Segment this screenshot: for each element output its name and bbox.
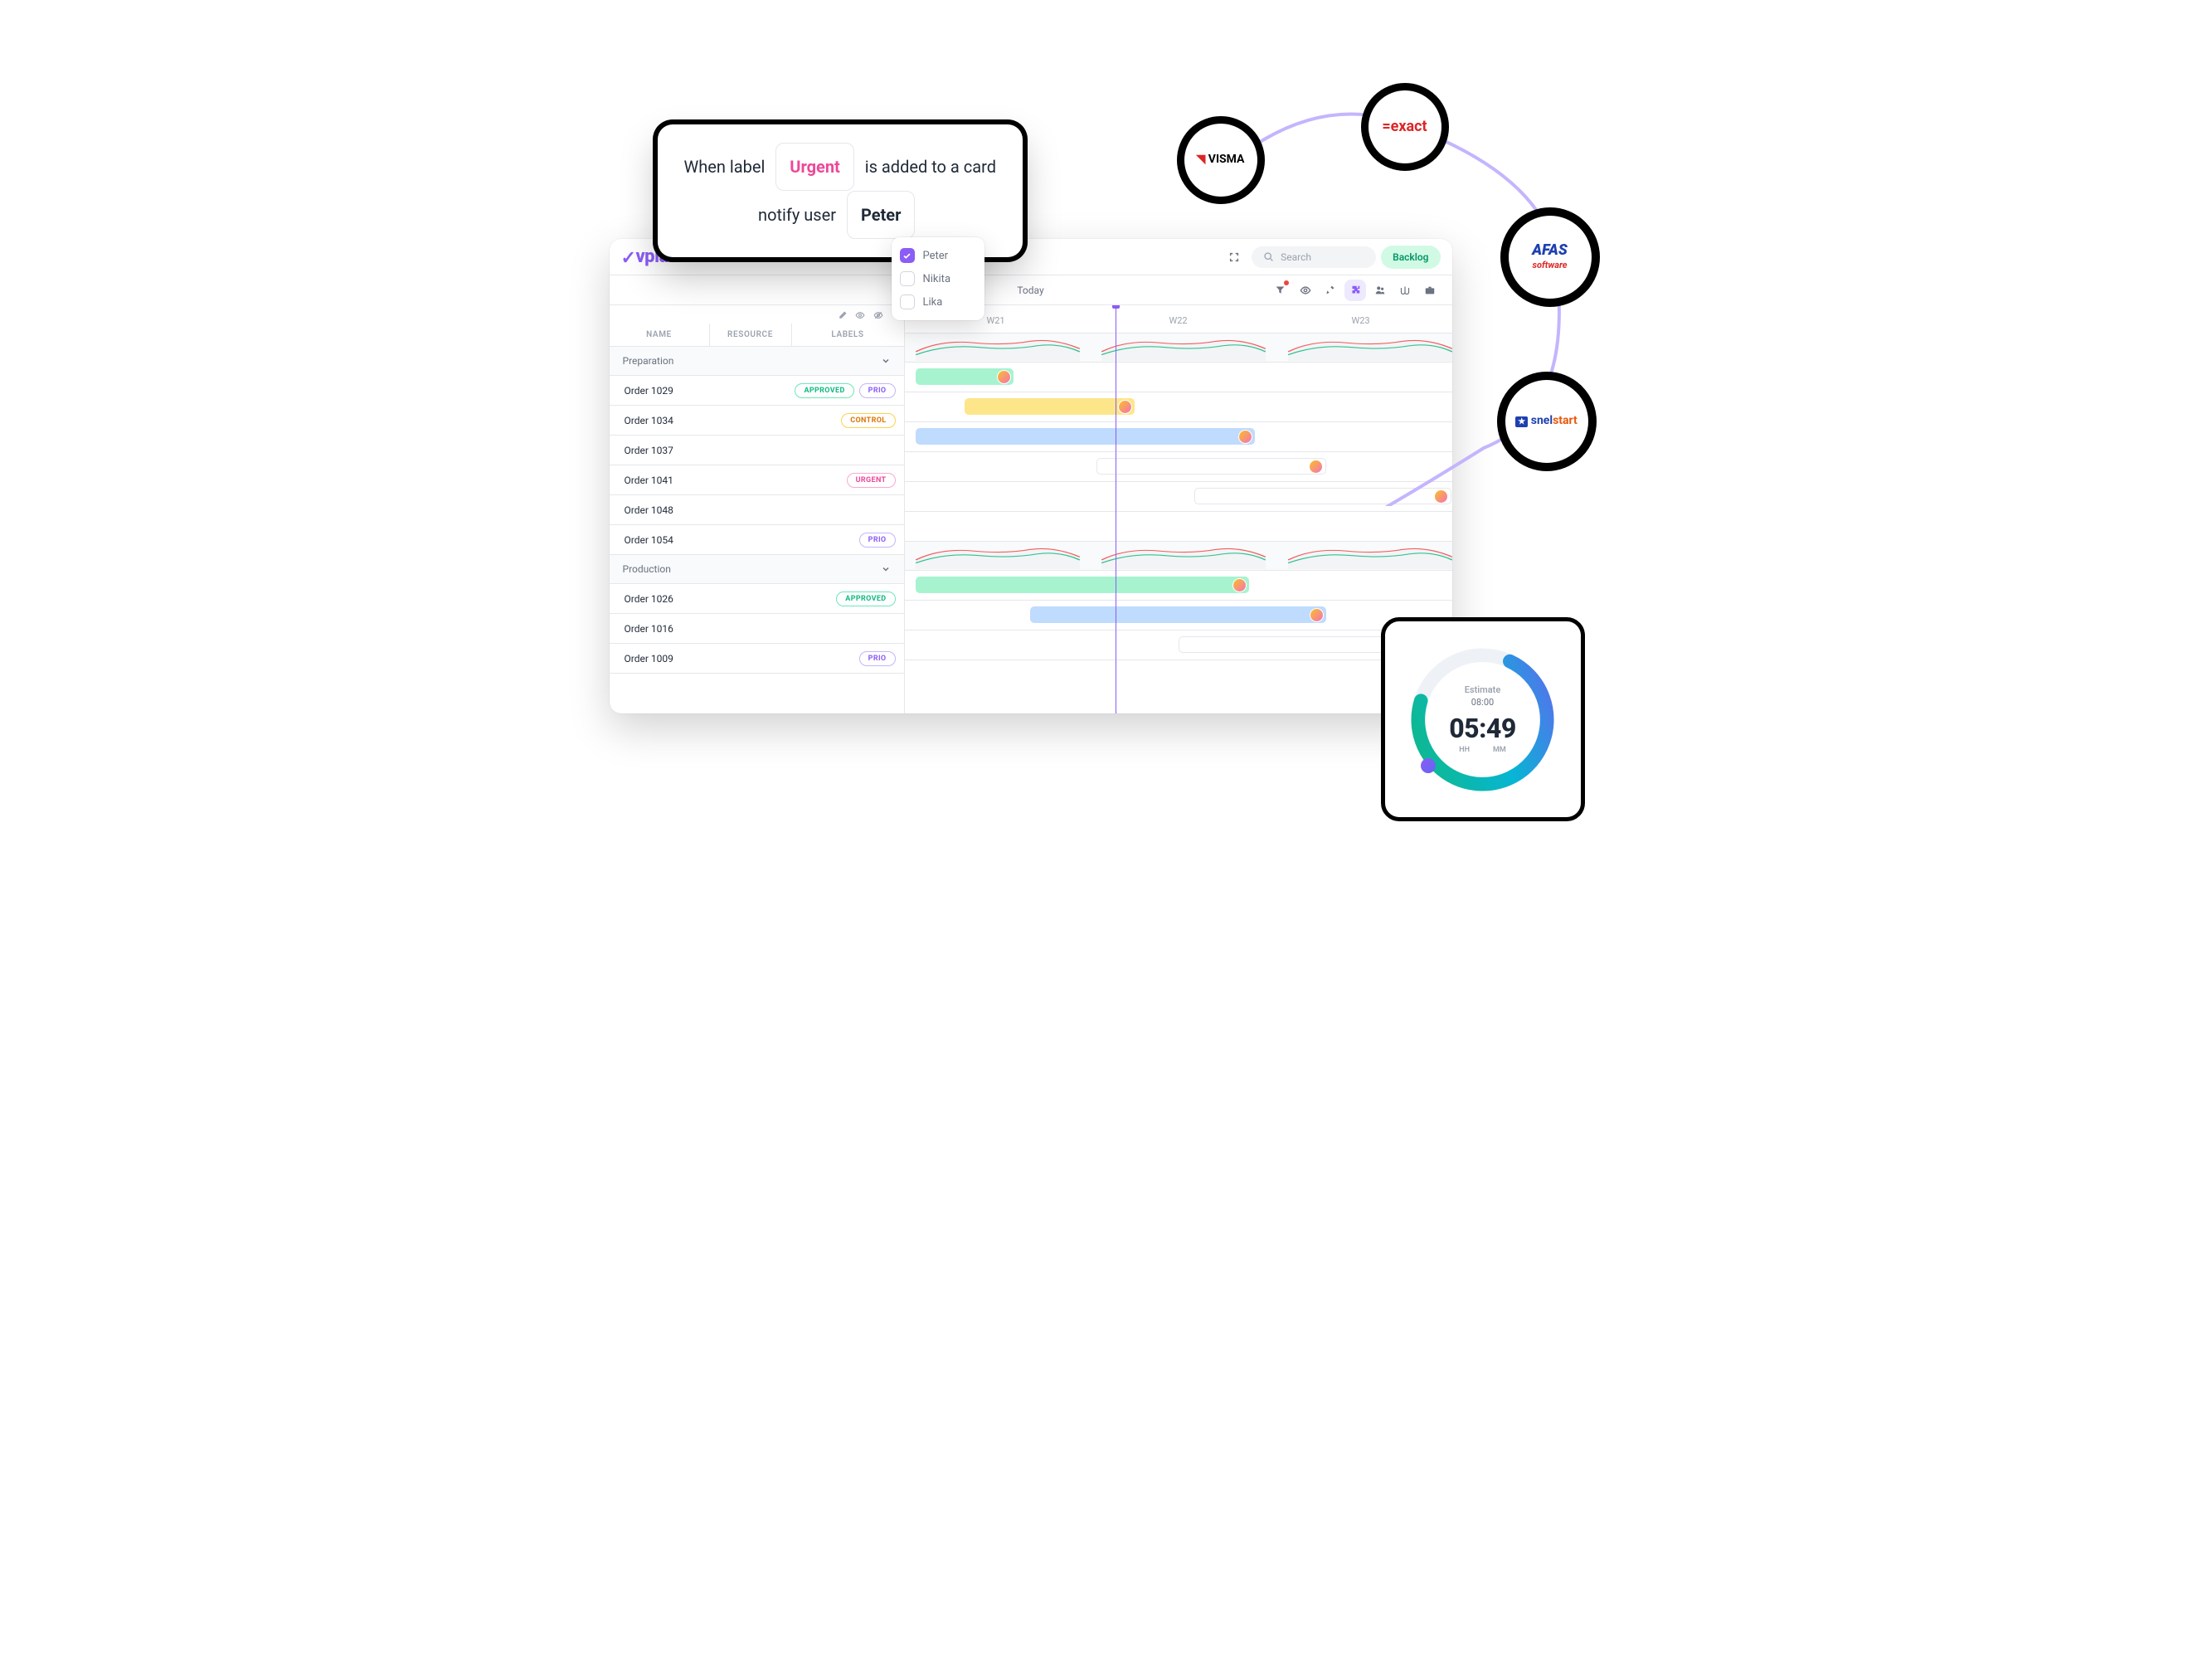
column-headers: NAME RESOURCE LABELS [610, 324, 904, 347]
chevron-down-icon [881, 356, 891, 366]
order-name: Order 1054 [610, 534, 709, 546]
checkbox-icon[interactable] [900, 271, 915, 286]
integration-visma: ◥ VISMA [1177, 116, 1265, 204]
order-name: Order 1026 [610, 593, 709, 605]
checkbox-icon[interactable] [900, 295, 915, 309]
avatar [1310, 608, 1324, 622]
group-header[interactable]: Preparation [610, 347, 904, 376]
label-pill: URGENT [847, 473, 896, 488]
order-name: Order 1016 [610, 623, 709, 635]
table-row[interactable]: Order 1029 APPROVED PRIO [610, 376, 904, 406]
dropdown-label: Lika [923, 296, 943, 309]
avatar [1232, 578, 1247, 592]
gantt-row [905, 601, 1452, 630]
label-pill: PRIO [859, 383, 896, 398]
rule-label-chip[interactable]: Urgent [775, 143, 854, 191]
group-header[interactable]: Production [610, 555, 904, 584]
gantt-row [905, 630, 1452, 660]
gantt-bar[interactable] [965, 398, 1135, 415]
order-name: Order 1029 [610, 385, 709, 397]
timer-est-label: Estimate [1465, 684, 1501, 695]
edit-icon[interactable] [838, 310, 848, 320]
dropdown-item[interactable]: Peter [898, 244, 978, 267]
timer-widget: Estimate 08:00 05:49 HHMM [1381, 617, 1585, 821]
order-name: Order 1009 [610, 653, 709, 664]
table-row[interactable]: Order 1026 APPROVED [610, 584, 904, 614]
dropdown-item[interactable]: Lika [898, 290, 978, 314]
table-row[interactable]: Order 1054 PRIO [610, 525, 904, 555]
gantt-bar[interactable] [916, 368, 1014, 385]
order-name: Order 1041 [610, 475, 709, 486]
avatar [1118, 400, 1132, 414]
gantt-bar[interactable] [1030, 606, 1325, 623]
table-row[interactable]: Order 1009 PRIO [610, 644, 904, 674]
integration-snelstart: ★ snelstart [1497, 372, 1597, 471]
label-pill: PRIO [859, 651, 896, 666]
gantt-group [905, 542, 1452, 571]
gantt-row [905, 571, 1452, 601]
order-name: Order 1034 [610, 415, 709, 426]
label-pill: CONTROL [841, 413, 895, 428]
table-row[interactable]: Order 1048 [610, 495, 904, 525]
chevron-down-icon [881, 564, 891, 574]
timer-value: 05:49 [1449, 713, 1516, 744]
rule-user-chip[interactable]: Peter [847, 191, 915, 239]
hidden-icon[interactable] [873, 310, 884, 320]
user-dropdown[interactable]: Peter Nikita Lika [892, 237, 984, 320]
checkbox-icon[interactable] [900, 248, 915, 263]
label-pill: APPROVED [795, 383, 853, 398]
avatar [997, 370, 1011, 384]
label-pill: PRIO [859, 533, 896, 548]
gantt-row [905, 512, 1452, 542]
gantt-bar[interactable] [916, 577, 1250, 593]
order-name: Order 1048 [610, 504, 709, 516]
integration-orbit: ◥ VISMA =exact AFASsoftware ★ snelstart [1152, 75, 1616, 506]
label-pill: APPROVED [836, 591, 895, 606]
order-name: Order 1037 [610, 445, 709, 456]
table-row[interactable]: Order 1016 [610, 614, 904, 644]
visible-icon[interactable] [854, 310, 866, 320]
integration-afas: AFASsoftware [1500, 207, 1600, 307]
table-row[interactable]: Order 1034 CONTROL [610, 406, 904, 436]
dropdown-label: Peter [923, 250, 949, 262]
today-label[interactable]: Today [1017, 285, 1043, 296]
table-row[interactable]: Order 1037 [610, 436, 904, 465]
integration-exact: =exact [1361, 83, 1449, 171]
dropdown-label: Nikita [923, 273, 951, 285]
dropdown-item[interactable]: Nikita [898, 267, 978, 290]
timer-est-value: 08:00 [1471, 697, 1494, 708]
table-row[interactable]: Order 1041 URGENT [610, 465, 904, 495]
left-panel: NAME RESOURCE LABELS Preparation Order 1… [610, 305, 905, 713]
